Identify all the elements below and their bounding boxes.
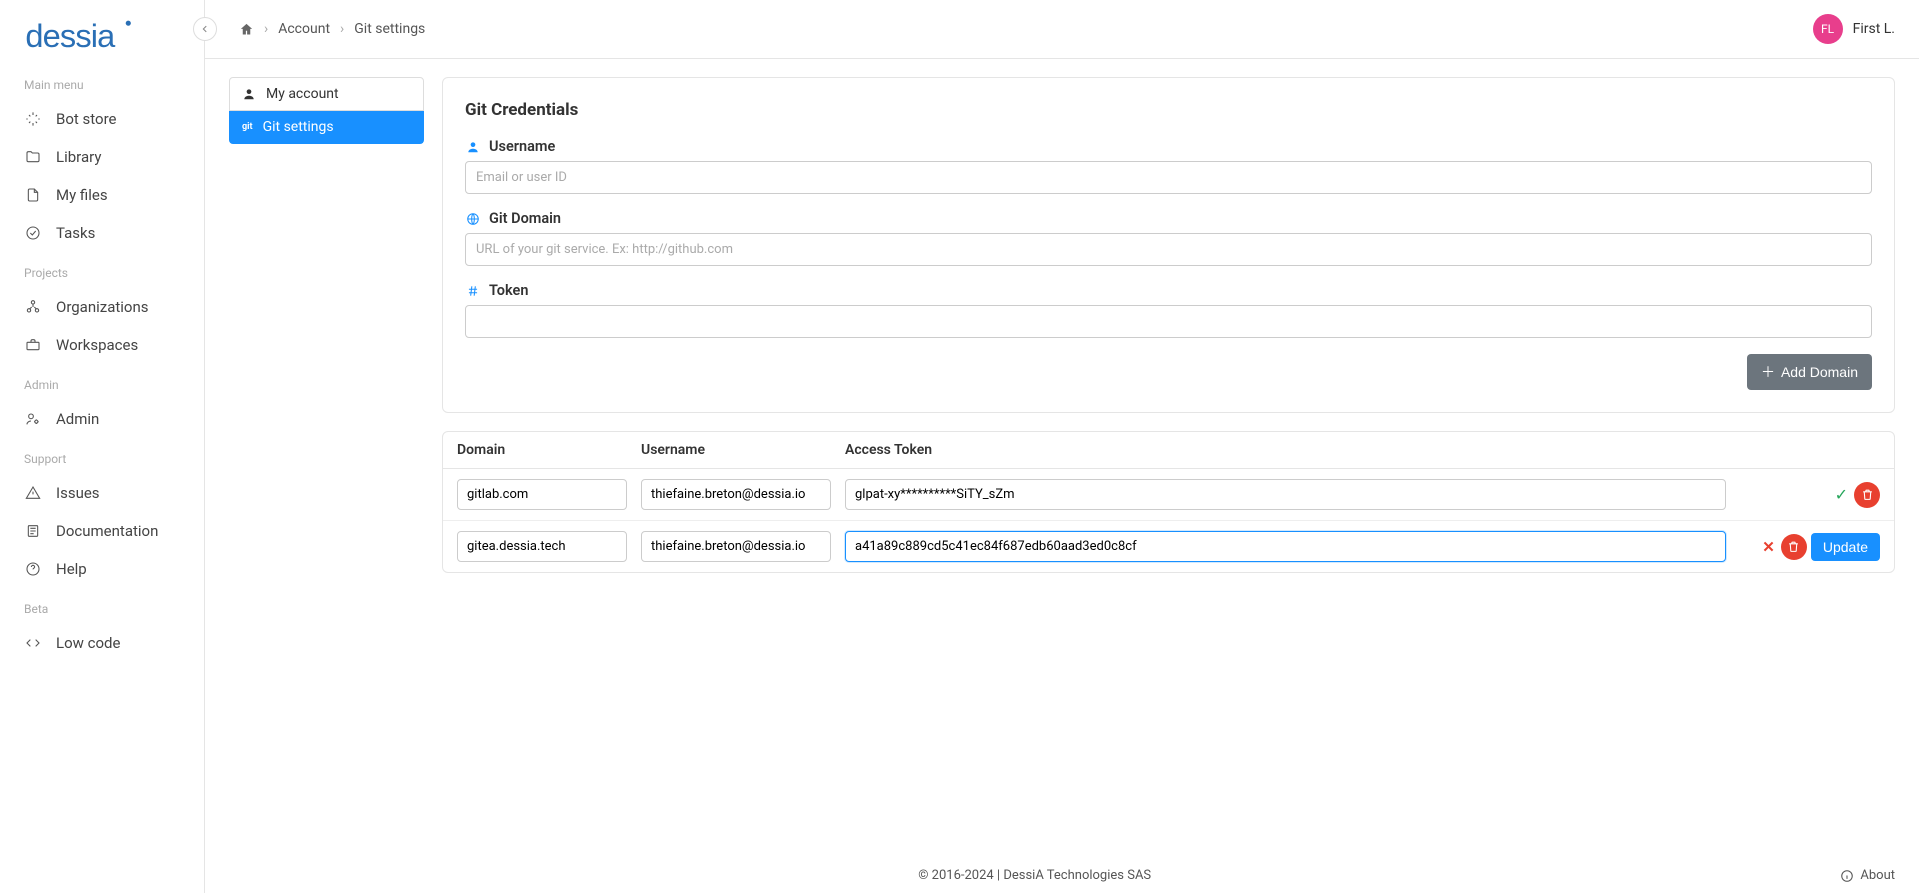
nav-group-main: Main menu [0, 64, 204, 100]
collapse-sidebar-button[interactable] [193, 17, 217, 41]
warning-icon [24, 484, 42, 502]
file-icon [24, 186, 42, 204]
nav-label: Organizations [56, 298, 149, 316]
row-domain-input[interactable] [457, 531, 627, 562]
account-subnav: My account git Git settings [229, 77, 424, 840]
info-icon [1840, 869, 1854, 883]
svg-text:dessia: dessia [25, 18, 116, 54]
subnav-label: My account [266, 86, 339, 102]
nav-label: Library [56, 148, 101, 166]
user-icon [242, 87, 256, 101]
button-label: Add Domain [1781, 364, 1858, 380]
help-icon [24, 560, 42, 578]
update-button[interactable]: Update [1811, 533, 1880, 561]
row-domain-input[interactable] [457, 479, 627, 510]
table-row: ✕ Update [443, 521, 1894, 572]
breadcrumb: › Account › Git settings [239, 21, 425, 37]
avatar: FL [1813, 14, 1843, 44]
folder-icon [24, 148, 42, 166]
nav-label: Low code [56, 634, 120, 652]
plus-icon: ＋ [1761, 362, 1775, 382]
nav-organizations[interactable]: Organizations [0, 288, 204, 326]
row-token-input[interactable] [845, 531, 1726, 562]
sparkle-icon [24, 110, 42, 128]
delete-row-button[interactable] [1781, 534, 1807, 560]
nav-label: Workspaces [56, 336, 138, 354]
home-icon[interactable] [239, 22, 254, 37]
th-token: Access Token [845, 442, 1726, 458]
nav-group-admin: Admin [0, 364, 204, 400]
nav-group-support: Support [0, 438, 204, 474]
footer: © 2016-2024 | DessiA Technologies SAS Ab… [205, 858, 1919, 893]
git-credentials-card: Git Credentials Username Git Domain [442, 77, 1895, 413]
nav-label: Tasks [56, 224, 95, 242]
th-username: Username [641, 442, 831, 458]
sidebar: dessia Main menu Bot store Library My fi… [0, 0, 205, 893]
delete-row-button[interactable] [1854, 482, 1880, 508]
nav-admin[interactable]: Admin [0, 400, 204, 438]
chevron-left-icon [200, 24, 210, 34]
check-circle-icon [24, 224, 42, 242]
nav-documentation[interactable]: Documentation [0, 512, 204, 550]
card-title: Git Credentials [465, 100, 1872, 120]
credentials-table: Domain Username Access Token ✓ [442, 431, 1895, 573]
about-link[interactable]: About [1840, 868, 1895, 883]
hash-icon [465, 283, 481, 299]
trash-icon [1787, 540, 1800, 553]
table-row: ✓ [443, 469, 1894, 521]
token-input[interactable] [465, 305, 1872, 338]
chevron-right-icon: › [264, 21, 268, 37]
nav-label: Documentation [56, 522, 158, 540]
nav-label: Issues [56, 484, 100, 502]
check-icon: ✓ [1833, 485, 1850, 504]
topbar: › Account › Git settings FL First L. [205, 0, 1919, 59]
username-label: Username [489, 138, 555, 155]
copyright: © 2016-2024 | DessiA Technologies SAS [229, 868, 1840, 883]
subnav-git-settings[interactable]: git Git settings [229, 111, 424, 144]
org-icon [24, 298, 42, 316]
nav-low-code[interactable]: Low code [0, 624, 204, 662]
doc-icon [24, 522, 42, 540]
close-icon[interactable]: ✕ [1760, 538, 1777, 556]
nav-workspaces[interactable]: Workspaces [0, 326, 204, 364]
nav-issues[interactable]: Issues [0, 474, 204, 512]
nav-tasks[interactable]: Tasks [0, 214, 204, 252]
row-username-input[interactable] [641, 531, 831, 562]
row-username-input[interactable] [641, 479, 831, 510]
user-name: First L. [1853, 21, 1895, 37]
th-domain: Domain [457, 442, 627, 458]
nav-bot-store[interactable]: Bot store [0, 100, 204, 138]
add-domain-button[interactable]: ＋ Add Domain [1747, 354, 1872, 390]
globe-icon [465, 211, 481, 227]
nav-group-projects: Projects [0, 252, 204, 288]
brand-logo: dessia [0, 18, 204, 64]
nav-my-files[interactable]: My files [0, 176, 204, 214]
button-label: Update [1823, 539, 1868, 555]
nav-library[interactable]: Library [0, 138, 204, 176]
chevron-right-icon: › [340, 21, 344, 37]
domain-label: Git Domain [489, 210, 561, 227]
nav-group-beta: Beta [0, 588, 204, 624]
username-input[interactable] [465, 161, 1872, 194]
subnav-label: Git settings [263, 119, 334, 135]
user-icon [465, 139, 481, 155]
code-icon [24, 634, 42, 652]
nav-label: Help [56, 560, 87, 578]
git-domain-input[interactable] [465, 233, 1872, 266]
user-menu[interactable]: FL First L. [1813, 14, 1895, 44]
row-token-input[interactable] [845, 479, 1726, 510]
nav-label: My files [56, 186, 108, 204]
nav-help[interactable]: Help [0, 550, 204, 588]
nav-label: Admin [56, 410, 99, 428]
trash-icon [1861, 488, 1874, 501]
subnav-my-account[interactable]: My account [229, 77, 424, 111]
briefcase-icon [24, 336, 42, 354]
user-gear-icon [24, 410, 42, 428]
nav-label: Bot store [56, 110, 116, 128]
token-label: Token [489, 282, 528, 299]
git-icon: git [242, 122, 253, 132]
breadcrumb-current: Git settings [354, 21, 425, 37]
breadcrumb-account[interactable]: Account [278, 21, 330, 37]
